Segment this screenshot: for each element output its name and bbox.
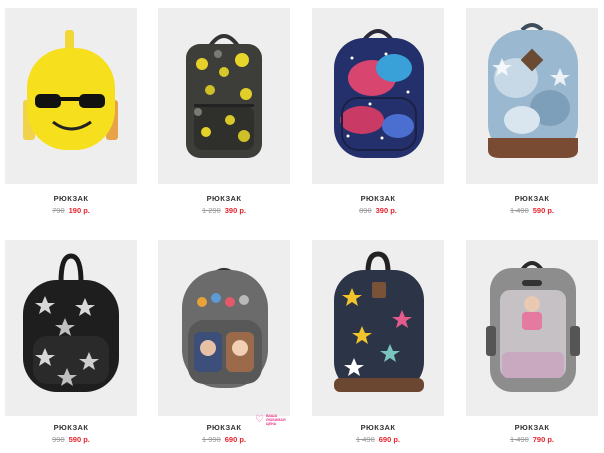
product-prices: 1 490 790 р. (466, 435, 598, 444)
sale-price: 390 р. (375, 206, 397, 215)
sale-price: 690 р. (378, 435, 401, 444)
navy-star-backpack-image[interactable] (312, 240, 444, 416)
product-card[interactable]: РЮКЗАК 790 190 р. (5, 8, 137, 215)
product-name: РЮКЗАК (514, 194, 550, 203)
old-price: 1 290 (201, 206, 221, 215)
sale-price: 190 р. (68, 206, 90, 215)
favorite-price-badge: ♡ ВАША ЛЮБИМАЯ ЦЕНА (255, 411, 293, 429)
product-name: РЮКЗАК (206, 194, 242, 203)
product-prices: 1 490 690 р. (312, 435, 444, 444)
emoji-backpack-image[interactable] (5, 8, 137, 184)
product-prices: 790 190 р. (5, 206, 137, 215)
old-price: 1 490 (509, 435, 529, 444)
old-price: 1 990 (201, 435, 221, 444)
sale-price: 690 р. (224, 435, 247, 444)
product-prices: 990 590 р. (5, 435, 137, 444)
product-card[interactable]: РЮКЗАК 1 490 790 р. (466, 240, 598, 444)
product-prices: 1 290 390 р. (158, 206, 290, 215)
grey-patch-backpack-image[interactable] (158, 240, 290, 416)
denim-star-backpack-image[interactable] (466, 8, 598, 184)
badge-label: ВАША ЛЮБИМАЯ ЦЕНА (265, 414, 286, 426)
product-card[interactable]: РЮКЗАК 990 590 р. (5, 240, 137, 444)
product-name: РЮКЗАК (360, 194, 396, 203)
product-name: РЮКЗАК (53, 423, 89, 432)
product-prices: 1 990 690 р. (158, 435, 290, 444)
product-prices: 890 390 р. (312, 206, 444, 215)
product-card[interactable]: РЮКЗАК 1 990 690 р. (158, 240, 290, 444)
product-card[interactable]: РЮКЗАК 890 390 р. (312, 8, 444, 215)
sale-price: 790 р. (532, 435, 555, 444)
galaxy-backpack-image[interactable] (312, 8, 444, 184)
old-price: 890 (359, 206, 372, 215)
black-star-backpack-image[interactable] (5, 240, 137, 416)
sale-price: 390 р. (224, 206, 247, 215)
wake-up-makeup-backpack-image[interactable] (466, 240, 598, 416)
old-price: 1 490 (355, 435, 375, 444)
product-card[interactable]: РЮКЗАК 1 490 690 р. (312, 240, 444, 444)
heart-icon: ♡ (255, 414, 264, 425)
product-prices: 1 490 590 р. (466, 206, 598, 215)
old-price: 790 (52, 206, 65, 215)
sale-price: 590 р. (68, 435, 90, 444)
old-price: 1 490 (509, 206, 529, 215)
product-name: РЮКЗАК (360, 423, 396, 432)
product-name: РЮКЗАК (514, 423, 550, 432)
camo-butterfly-backpack-image[interactable] (158, 8, 290, 184)
product-card[interactable]: РЮКЗАК 1 490 590 р. (466, 8, 598, 215)
sale-price: 590 р. (532, 206, 555, 215)
product-card[interactable]: РЮКЗАК 1 290 390 р. (158, 8, 290, 215)
product-name: РЮКЗАК (53, 194, 89, 203)
old-price: 990 (52, 435, 65, 444)
